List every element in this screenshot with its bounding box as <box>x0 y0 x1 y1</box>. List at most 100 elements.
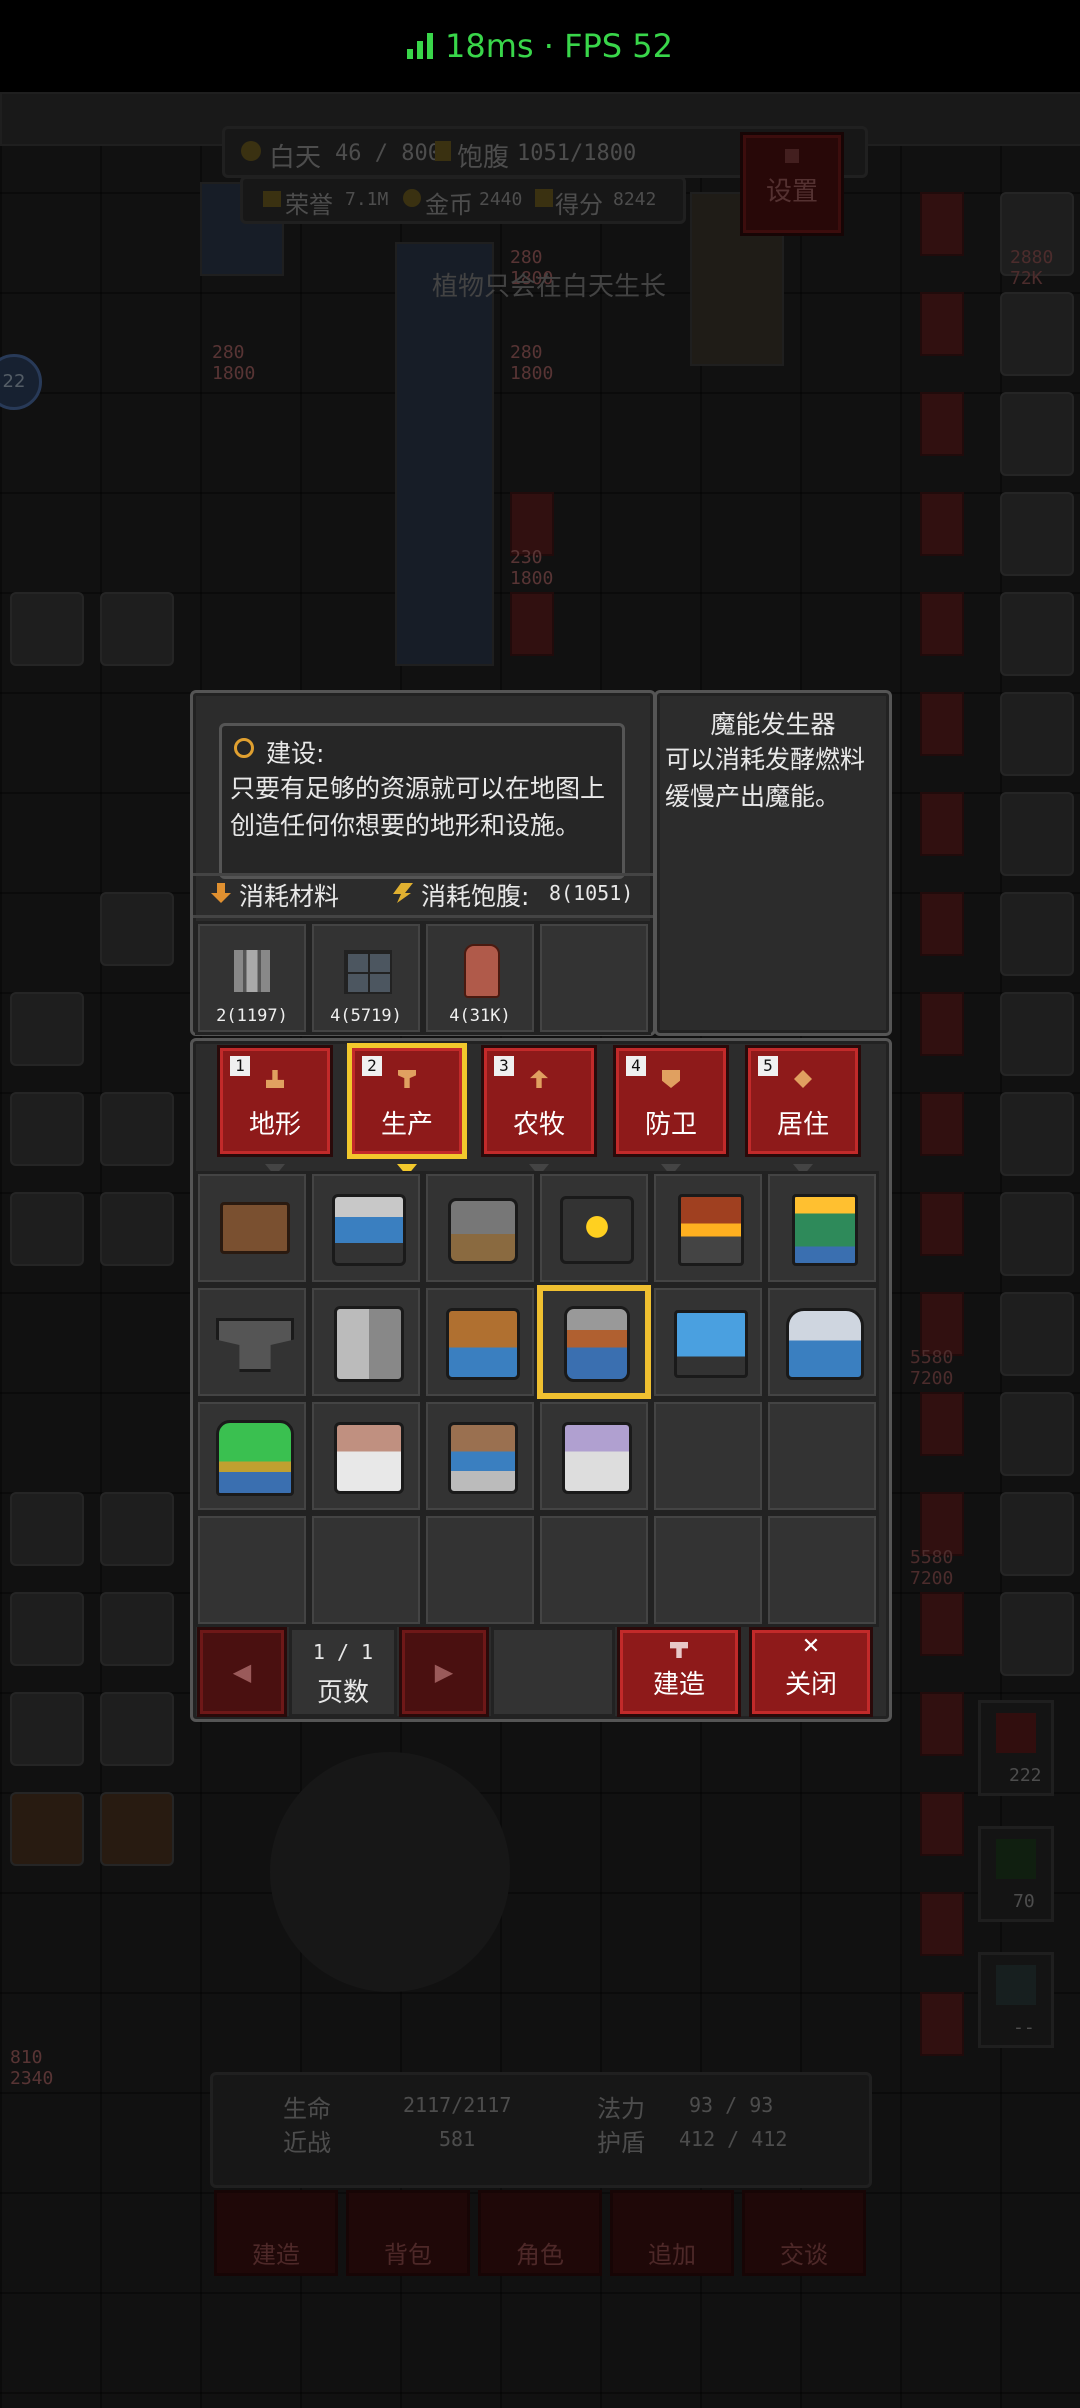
detail-text: 可以消耗发酵燃料缓慢产出魔能。 <box>665 745 866 811</box>
signal-icon <box>407 33 433 59</box>
tab-number: 2 <box>362 1056 382 1076</box>
tab-farming[interactable]: 3 农牧 <box>481 1045 597 1176</box>
info-box: 建设: 只要有足够的资源就可以在地图上创造任何你想要的地形和设施。 <box>219 723 625 879</box>
prev-arrow-icon: ◀ <box>232 1658 252 1686</box>
tab-label: 居住 <box>776 1110 829 1140</box>
material-count: 4(31K) <box>449 1006 511 1026</box>
tab-terrain[interactable]: 1 地形 <box>217 1045 333 1176</box>
build-item-empty <box>651 1399 765 1513</box>
info-title: 建设: <box>266 739 325 768</box>
house-icon <box>794 1070 812 1088</box>
cost-materials-label: 消耗材料 <box>239 882 340 911</box>
build-item-empty <box>765 1399 879 1513</box>
loom-icon <box>334 1306 404 1382</box>
build-item-empty <box>423 1513 537 1627</box>
build-item-tanner[interactable] <box>423 1285 537 1399</box>
cost-satiety-value: 8(1051) <box>549 881 634 905</box>
close-button[interactable]: ✕ 关闭 <box>749 1627 873 1717</box>
tab-number: 4 <box>626 1056 646 1076</box>
satiety-icon <box>393 883 413 903</box>
fermenter-icon <box>216 1420 294 1496</box>
hammer-icon <box>670 1642 688 1658</box>
build-grid-panel: 1 地形 2 生产 3 农牧 4 防卫 5 居住 ◀ 1 / 1 页数 ▶ 建造… <box>190 1038 892 1722</box>
glass-press-icon <box>674 1310 748 1378</box>
page-indicator: 1 / 1 页数 <box>289 1627 397 1717</box>
sprout-icon <box>530 1070 548 1088</box>
page-value: 1 / 1 <box>312 1640 374 1664</box>
arrow-down-icon <box>211 883 231 903</box>
build-item-workbench[interactable] <box>195 1171 309 1285</box>
tab-label: 地形 <box>248 1110 301 1140</box>
anvil-icon <box>216 1318 294 1372</box>
anvil-icon <box>398 1070 416 1088</box>
build-item-mana-generator[interactable] <box>537 1285 651 1399</box>
build-item-furnace[interactable] <box>537 1171 651 1285</box>
tab-label: 防卫 <box>644 1110 697 1140</box>
detail-title: 魔能发生器 <box>710 710 836 739</box>
tab-label: 生产 <box>380 1110 433 1140</box>
build-item-smelter[interactable] <box>651 1171 765 1285</box>
wood-log-icon <box>464 944 500 998</box>
tab-housing[interactable]: 5 居住 <box>745 1045 861 1176</box>
build-item-kiln[interactable] <box>765 1171 879 1285</box>
build-item-fermenter[interactable] <box>195 1399 309 1513</box>
empty-slot <box>491 1627 615 1717</box>
stone-cutter-icon <box>448 1198 518 1264</box>
tab-label: 农牧 <box>512 1110 565 1140</box>
build-item-glass-press[interactable] <box>651 1285 765 1399</box>
build-item-empty <box>651 1513 765 1627</box>
alchemy-table-icon <box>334 1422 404 1494</box>
tab-number: 1 <box>230 1056 250 1076</box>
stone-brick-icon <box>344 950 392 994</box>
build-item-sawmill[interactable] <box>309 1171 423 1285</box>
terrain-icon <box>266 1070 284 1088</box>
smelter-icon <box>678 1194 744 1266</box>
close-label: 关闭 <box>784 1670 837 1700</box>
build-button[interactable]: 建造 <box>617 1627 741 1717</box>
build-item-distiller[interactable] <box>765 1285 879 1399</box>
material-slot: 4(31K) <box>423 921 537 1035</box>
tab-defense[interactable]: 4 防卫 <box>613 1045 729 1176</box>
build-label: 建造 <box>652 1670 705 1700</box>
tab-number: 3 <box>494 1056 514 1076</box>
material-count: 4(5719) <box>330 1006 402 1026</box>
target-icon <box>234 738 254 758</box>
material-count: 2(1197) <box>216 1006 288 1026</box>
material-slot-empty <box>537 921 651 1035</box>
build-item-loom[interactable] <box>309 1285 423 1399</box>
tab-production[interactable]: 2 生产 <box>349 1045 465 1176</box>
shield-icon <box>662 1070 680 1088</box>
close-icon: ✕ <box>801 1634 821 1659</box>
latency-fps-text: 18ms · FPS 52 <box>445 27 673 65</box>
material-slot: 4(5719) <box>309 921 423 1035</box>
stone-pillar-icon <box>234 950 270 992</box>
tab-number: 5 <box>758 1056 778 1076</box>
build-item-crystal-forge[interactable] <box>537 1399 651 1513</box>
cost-satiety-label: 消耗饱腹: <box>421 882 530 911</box>
refinery-icon <box>448 1422 518 1494</box>
info-text: 只要有足够的资源就可以在地图上创造任何你想要的地形和设施。 <box>230 774 606 840</box>
prev-page-button[interactable]: ◀ <box>197 1627 287 1717</box>
build-item-empty <box>537 1513 651 1627</box>
page-label: 页数 <box>316 1678 369 1708</box>
mana-generator-icon <box>564 1306 630 1382</box>
next-page-button[interactable]: ▶ <box>399 1627 489 1717</box>
status-bar: 18ms · FPS 52 <box>0 0 1080 92</box>
build-item-empty <box>195 1513 309 1627</box>
build-item-refinery[interactable] <box>423 1399 537 1513</box>
build-item-alchemy-table[interactable] <box>309 1399 423 1513</box>
build-item-empty <box>765 1513 879 1627</box>
crystal-forge-icon <box>562 1422 632 1494</box>
distiller-icon <box>786 1308 864 1380</box>
build-item-anvil[interactable] <box>195 1285 309 1399</box>
furnace-icon <box>560 1196 634 1264</box>
kiln-icon <box>792 1194 858 1266</box>
workbench-icon <box>220 1202 290 1254</box>
build-item-empty <box>309 1513 423 1627</box>
material-slot: 2(1197) <box>195 921 309 1035</box>
sawmill-icon <box>332 1194 406 1266</box>
build-item-stone-cutter[interactable] <box>423 1171 537 1285</box>
item-detail-panel: 魔能发生器 可以消耗发酵燃料缓慢产出魔能。 <box>654 690 892 1036</box>
tanner-icon <box>446 1308 520 1380</box>
next-arrow-icon: ▶ <box>434 1658 454 1686</box>
